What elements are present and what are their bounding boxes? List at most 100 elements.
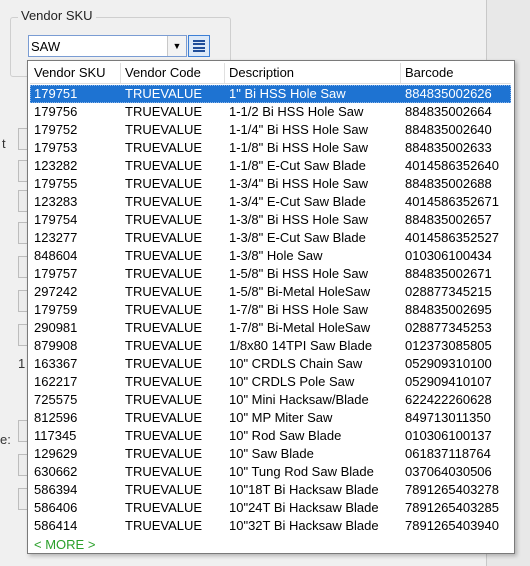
combo-value: SAW [31,39,61,54]
row-barcode: 4014586352671 [405,194,499,209]
row-description: 10" CRDLS Chain Saw [229,356,363,371]
side-label: e: [0,432,11,447]
row-barcode: 010306100137 [405,428,492,443]
list-item[interactable]: 586406 TRUEVALUE 10"24T Bi Hacksaw Blade 78… [30,499,511,517]
row-vendor-sku: 123283 [34,194,78,209]
row-vendor-sku: 117345 [34,428,77,443]
row-barcode: 884835002688 [405,176,492,191]
row-vendor-code: TRUEVALUE [125,86,203,101]
row-vendor-sku: 179755 [34,176,78,191]
list-item[interactable]: 297242 TRUEVALUE 1-5/8" Bi-Metal HoleSaw 02… [30,283,511,301]
row-vendor-code: TRUEVALUE [125,176,203,191]
row-description: 1-1/4" Bi HSS Hole Saw [229,122,369,137]
row-description: 10" Mini Hacksaw/Blade [229,392,369,407]
row-vendor-code: TRUEVALUE [125,104,203,119]
list-item[interactable]: 123282 TRUEVALUE 1-1/8" E-Cut Saw Blade 401… [30,157,511,175]
row-description: 1-1/2 Bi HSS Hole Saw [229,104,364,119]
row-barcode: 010306100434 [405,248,492,263]
row-vendor-sku: 179759 [34,302,78,317]
list-item[interactable]: 117345 TRUEVALUE 10" Rod Saw Blade 01030610… [30,427,511,445]
row-vendor-code: TRUEVALUE [125,320,203,335]
row-description: 1-7/8" Bi HSS Hole Saw [229,302,369,317]
row-description: 10" MP Miter Saw [229,410,333,425]
row-barcode: 884835002633 [405,140,492,155]
sku-dropdown-list[interactable]: Vendor SKU Vendor Code Description Barco… [27,60,515,554]
list-item[interactable]: 630662 TRUEVALUE 10" Tung Rod Saw Blade 037… [30,463,511,481]
row-vendor-code: TRUEVALUE [125,248,203,263]
row-description: 1-5/8" Bi-Metal HoleSaw [229,284,371,299]
list-item[interactable]: 179753 TRUEVALUE 1-1/8" Bi HSS Hole Saw 884… [30,139,511,157]
row-description: 10" CRDLS Pole Saw [229,374,355,389]
list-item[interactable]: 812596 TRUEVALUE 10" MP Miter Saw 849713011… [30,409,511,427]
row-barcode: 884835002695 [405,302,492,317]
row-description: 1-5/8" Bi HSS Hole Saw [229,266,369,281]
list-item[interactable]: 179751 TRUEVALUE 1" Bi HSS Hole Saw 8848350… [30,85,511,103]
list-icon[interactable] [188,35,210,57]
row-vendor-code: TRUEVALUE [125,212,203,227]
list-item[interactable]: 179752 TRUEVALUE 1-1/4" Bi HSS Hole Saw 884… [30,121,511,139]
list-item[interactable]: 162217 TRUEVALUE 10" CRDLS Pole Saw 0529094… [30,373,511,391]
row-barcode: 052909410107 [405,374,492,389]
list-item[interactable]: 725575 TRUEVALUE 10" Mini Hacksaw/Blade 622… [30,391,511,409]
row-vendor-sku: 297242 [34,284,78,299]
row-barcode: 849713011350 [405,410,491,425]
list-item[interactable]: 179755 TRUEVALUE 1-3/4" Bi HSS Hole Saw 884… [30,175,511,193]
row-vendor-code: TRUEVALUE [125,410,203,425]
column-header: Vendor SKU Vendor Code Description Barco… [30,63,511,84]
row-vendor-sku: 586406 [34,500,78,515]
row-vendor-code: TRUEVALUE [125,140,203,155]
row-barcode: 037064030506 [405,464,492,479]
row-vendor-sku: 630662 [34,464,78,479]
row-vendor-code: TRUEVALUE [125,392,203,407]
row-description: 10"18T Bi Hacksaw Blade [229,482,379,497]
row-vendor-sku: 725575 [34,392,78,407]
list-item[interactable]: 179759 TRUEVALUE 1-7/8" Bi HSS Hole Saw 884… [30,301,511,319]
header-vendor-code[interactable]: Vendor Code [121,63,225,83]
row-barcode: 4014586352527 [405,230,499,245]
row-vendor-code: TRUEVALUE [125,194,203,209]
header-description[interactable]: Description [225,63,401,83]
row-barcode: 012373085805 [405,338,492,353]
list-item[interactable]: 163367 TRUEVALUE 10" CRDLS Chain Saw 052909… [30,355,511,373]
list-item[interactable]: 179756 TRUEVALUE 1-1/2 Bi HSS Hole Saw 8848… [30,103,511,121]
row-barcode: 622422260628 [405,392,492,407]
list-item[interactable]: 586394 TRUEVALUE 10"18T Bi Hacksaw Blade 78… [30,481,511,499]
row-vendor-sku: 162217 [34,374,78,389]
list-item[interactable]: 179757 TRUEVALUE 1-5/8" Bi HSS Hole Saw 884… [30,265,511,283]
row-barcode: 028877345253 [405,320,492,335]
row-vendor-sku: 179751 [34,86,78,101]
row-description: 10" Tung Rod Saw Blade [229,464,374,479]
row-barcode: 061837118764 [405,446,491,461]
header-barcode[interactable]: Barcode [401,63,511,83]
list-item[interactable]: 879908 TRUEVALUE 1/8x80 14TPI Saw Blade 012… [30,337,511,355]
row-description: 1-1/8" Bi HSS Hole Saw [229,140,369,155]
list-item[interactable]: 290981 TRUEVALUE 1-7/8" Bi-Metal HoleSaw 02… [30,319,511,337]
list-item[interactable]: 123283 TRUEVALUE 1-3/4" E-Cut Saw Blade 401… [30,193,511,211]
list-item[interactable]: 123277 TRUEVALUE 1-3/8" E-Cut Saw Blade 401… [30,229,511,247]
row-barcode: 884835002671 [405,266,492,281]
list-item[interactable]: 848604 TRUEVALUE 1-3/8" Hole Saw 0103061004… [30,247,511,265]
row-vendor-code: TRUEVALUE [125,446,203,461]
row-barcode: 052909310100 [405,356,492,371]
row-vendor-code: TRUEVALUE [125,266,203,281]
row-vendor-sku: 179752 [34,122,78,137]
list-item[interactable]: 129629 TRUEVALUE 10" Saw Blade 061837118764 [30,445,511,463]
row-barcode: 028877345215 [405,284,492,299]
row-description: 1/8x80 14TPI Saw Blade [229,338,373,353]
groupbox-title: Vendor SKU [18,8,96,23]
row-vendor-sku: 179754 [34,212,78,227]
row-description: 1-7/8" Bi-Metal HoleSaw [229,320,371,335]
more-link[interactable]: < MORE > [34,537,95,552]
vendor-sku-combobox[interactable]: SAW ▼ [28,35,187,57]
row-vendor-sku: 123282 [34,158,78,173]
row-description: 1-3/4" E-Cut Saw Blade [229,194,366,209]
chevron-down-icon[interactable]: ▼ [167,36,186,56]
row-vendor-code: TRUEVALUE [125,284,203,299]
header-vendor-sku[interactable]: Vendor SKU [30,63,121,83]
list-item[interactable]: 586414 TRUEVALUE 10"32T Bi Hacksaw Blade 78… [30,517,511,535]
row-vendor-sku: 812596 [34,410,78,425]
list-item[interactable]: 179754 TRUEVALUE 1-3/8" Bi HSS Hole Saw 884… [30,211,511,229]
row-vendor-sku: 179756 [34,104,78,119]
row-barcode: 4014586352640 [405,158,499,173]
row-vendor-code: TRUEVALUE [125,230,203,245]
